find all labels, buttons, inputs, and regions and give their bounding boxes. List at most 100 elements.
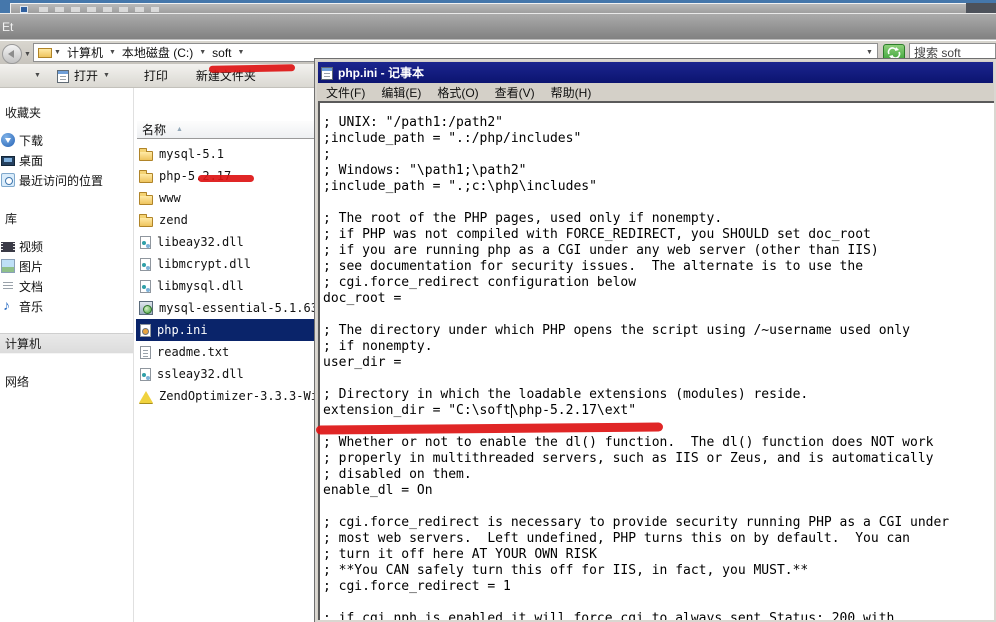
file-name: zend (159, 213, 188, 227)
file-name: libmysql.dll (157, 279, 244, 293)
breadcrumb-chevron-icon[interactable]: ▼ (52, 49, 63, 56)
organize-chevron-icon[interactable]: ▼ (34, 72, 41, 79)
notepad-file-icon (57, 70, 69, 83)
folder-icon (139, 173, 153, 183)
sidebar-header-1[interactable]: 库 (0, 210, 133, 228)
sidebar-header-0[interactable]: 收藏夹 (0, 104, 133, 122)
file-row[interactable]: zend (136, 209, 316, 231)
sidebar-item-label: 下载 (19, 132, 43, 149)
print-button-label: 打印 (144, 67, 168, 84)
sidebar-item-label: 图片 (19, 258, 43, 275)
file-name: php.ini (157, 323, 208, 337)
open-button-label: 打开 (74, 67, 98, 84)
notepad-menu-item[interactable]: 文件(F) (318, 84, 373, 101)
dll-icon (140, 368, 151, 381)
pane-divider[interactable] (133, 88, 134, 622)
breadcrumb-chevron-icon[interactable]: ▼ (107, 49, 118, 56)
explorer-title-text: Et (2, 20, 13, 34)
notepad-menu-item[interactable]: 编辑(E) (373, 84, 429, 101)
zend-icon (139, 391, 153, 403)
explorer-titlebar[interactable]: Et (0, 13, 996, 40)
file-row[interactable]: mysql-5.1 (136, 143, 316, 165)
file-row[interactable]: libmysql.dll (136, 275, 316, 297)
open-button[interactable]: 打开 ▼ (49, 65, 118, 87)
download-icon (1, 133, 15, 147)
file-name: readme.txt (157, 345, 229, 359)
sidebar-item[interactable]: 最近访问的位置 (0, 170, 133, 190)
sidebar-section: 库视频图片文档音乐 (0, 210, 133, 316)
sidebar-item-label: 音乐 (19, 298, 43, 315)
breadcrumb-item[interactable]: soft (208, 46, 235, 60)
sidebar-item[interactable]: 桌面 (0, 150, 133, 170)
sidebar-section: 网络 (0, 373, 133, 391)
sidebar-item-label: 视频 (19, 238, 43, 255)
recent-places-icon (1, 173, 15, 187)
notepad-menu-item[interactable]: 查看(V) (487, 84, 543, 101)
background-window-text-marks (39, 7, 159, 12)
breadcrumb-chevron-icon[interactable]: ▼ (197, 49, 208, 56)
file-name: ZendOptimizer-3.3.3-Windo (159, 389, 316, 403)
sidebar-item[interactable]: 图片 (0, 256, 133, 276)
notepad-window: php.ini - 记事本 文件(F)编辑(E)格式(O)查看(V)帮助(H) … (315, 59, 996, 622)
folder-icon (139, 195, 153, 205)
file-name: mysql-essential-5.1.63-wi (159, 301, 316, 315)
refresh-icon (887, 47, 901, 59)
file-row[interactable]: www (136, 187, 316, 209)
breadcrumb-item[interactable]: 计算机 (63, 44, 107, 61)
documents-icon (1, 279, 15, 293)
red-underline-soft-annotation (209, 64, 295, 72)
file-row[interactable]: libmcrypt.dll (136, 253, 316, 275)
text-icon (140, 346, 151, 359)
notepad-menubar: 文件(F)编辑(E)格式(O)查看(V)帮助(H) (318, 83, 993, 101)
sidebar-item[interactable]: 文档 (0, 276, 133, 296)
notepad-editor[interactable]: ; UNIX: "/path1:/path2" ;include_path = … (318, 101, 994, 620)
background-window-icon (20, 6, 28, 13)
navigation-pane: 收藏夹下载桌面最近访问的位置库视频图片文档音乐计算机网络 (0, 88, 133, 622)
folder-icon (139, 217, 153, 227)
music-icon (1, 299, 15, 313)
breadcrumb-item[interactable]: 本地磁盘 (C:) (118, 44, 197, 61)
notepad-titlebar[interactable]: php.ini - 记事本 (318, 62, 993, 83)
file-name: libmcrypt.dll (157, 257, 251, 271)
back-history-chevron-icon[interactable]: ▼ (24, 51, 31, 58)
sort-ascending-icon: ▲ (176, 126, 183, 133)
sidebar-item[interactable]: 视频 (0, 236, 133, 256)
dll-icon (140, 236, 151, 249)
open-dropdown-chevron-icon[interactable]: ▼ (103, 72, 110, 79)
file-row[interactable]: readme.txt (136, 341, 316, 363)
sidebar-item[interactable]: 下载 (0, 130, 133, 150)
sidebar-header-2[interactable]: 计算机 (0, 333, 133, 354)
installer-icon (139, 301, 153, 315)
dll-icon (140, 258, 151, 271)
ini-icon (140, 324, 151, 337)
notepad-menu-item[interactable]: 格式(O) (429, 84, 486, 101)
desktop-icon (1, 156, 15, 166)
videos-icon (1, 242, 15, 252)
sidebar-item[interactable]: 音乐 (0, 296, 133, 316)
column-header-name[interactable]: 名称 ▲ (137, 121, 316, 139)
file-name: www (159, 191, 181, 205)
text-cursor (511, 404, 512, 418)
file-row[interactable]: ZendOptimizer-3.3.3-Windo (136, 385, 316, 407)
background-titlebar (0, 0, 996, 14)
column-header-label: 名称 (142, 121, 166, 138)
notepad-title-text: php.ini - 记事本 (338, 64, 424, 81)
sidebar-section: 计算机 (0, 333, 133, 354)
red-underline-php-folder-annotation (198, 175, 254, 182)
folder-icon (139, 151, 153, 161)
notepad-text[interactable]: ; UNIX: "/path1:/path2" ;include_path = … (320, 103, 994, 620)
sidebar-item-label: 文档 (19, 278, 43, 295)
file-row[interactable]: mysql-essential-5.1.63-wi (136, 297, 316, 319)
sidebar-item-label: 桌面 (19, 152, 43, 169)
back-button[interactable] (2, 44, 22, 64)
file-row[interactable]: php.ini (136, 319, 316, 341)
sidebar-header-3[interactable]: 网络 (0, 373, 133, 391)
breadcrumb-chevron-icon[interactable]: ▼ (236, 49, 247, 56)
file-name: mysql-5.1 (159, 147, 224, 161)
file-row[interactable]: ssleay32.dll (136, 363, 316, 385)
print-button[interactable]: 打印 (136, 65, 176, 87)
notepad-menu-item[interactable]: 帮助(H) (543, 84, 600, 101)
file-row[interactable]: libeay32.dll (136, 231, 316, 253)
sidebar-item-label: 最近访问的位置 (19, 172, 103, 189)
file-name: ssleay32.dll (157, 367, 244, 381)
